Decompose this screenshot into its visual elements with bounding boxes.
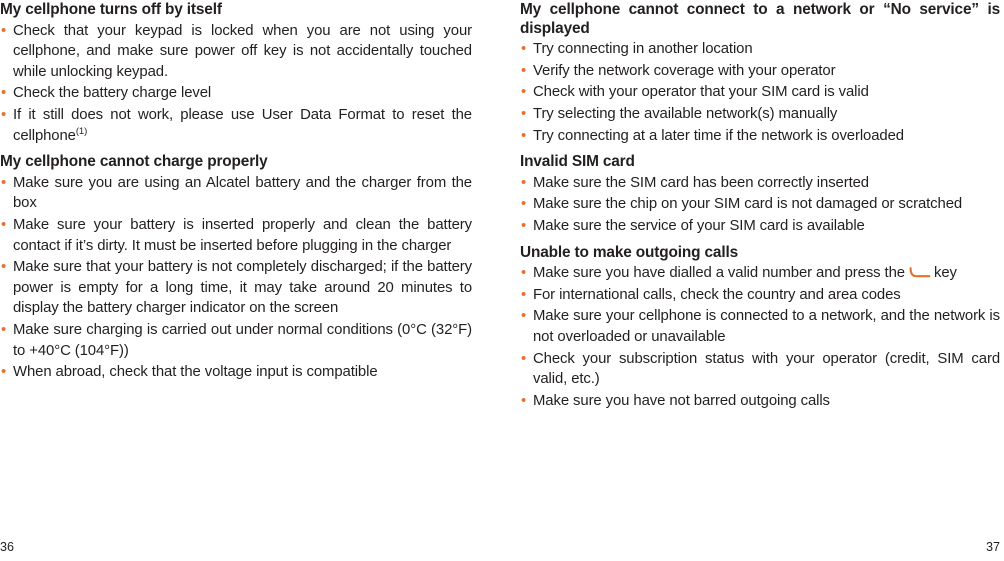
manual-page-spread: My cellphone turns off by itself Check t…: [0, 0, 1004, 561]
section-cellphone-turns-off: My cellphone turns off by itself Check t…: [0, 1, 472, 146]
section-heading: My cellphone turns off by itself: [0, 1, 222, 18]
list-item-text: Check the battery charge level: [13, 85, 212, 102]
list-item-text: For international calls, check the count…: [533, 286, 901, 303]
list-item-text: Make sure charging is carried out under …: [13, 321, 472, 359]
bullet-list: Make sure you have dialled a valid numbe…: [520, 263, 1000, 411]
page-number: 37: [985, 540, 1000, 554]
list-item: Make sure your cellphone is connected to…: [520, 306, 1000, 347]
list-item-text: Try connecting in another location: [533, 41, 753, 58]
bullet-list: Make sure the SIM card has been correctl…: [520, 173, 1000, 237]
list-item: Make sure you have dialled a valid numbe…: [520, 263, 1000, 284]
list-item: Make sure you are using an Alcatel batte…: [0, 173, 472, 214]
call-key-icon: [909, 267, 931, 279]
list-item: Try selecting the available network(s) m…: [520, 104, 1000, 125]
list-item: Check with your operator that your SIM c…: [520, 82, 1000, 103]
left-page-column: My cellphone turns off by itself Check t…: [0, 0, 502, 561]
list-item: For international calls, check the count…: [520, 285, 1000, 306]
list-item-text: Try connecting at a later time if the ne…: [533, 127, 904, 144]
left-page-body: My cellphone turns off by itself Check t…: [0, 0, 472, 383]
list-item-text: Make sure the service of your SIM card i…: [533, 217, 865, 234]
list-item: Make sure the service of your SIM card i…: [520, 216, 1000, 237]
list-item-text: Check that your keypad is locked when yo…: [13, 22, 472, 80]
section-cannot-connect-network: My cellphone cannot connect to a network…: [520, 1, 1000, 146]
list-item-text: Make sure your cellphone is connected to…: [533, 308, 1000, 345]
list-item-text: When abroad, check that the voltage inpu…: [13, 364, 378, 381]
right-page-column: My cellphone cannot connect to a network…: [502, 0, 1004, 561]
list-item: Make sure you have not barred outgoing c…: [520, 391, 1000, 412]
list-item: Try connecting in another location: [520, 39, 1000, 60]
section-unable-outgoing-calls: Unable to make outgoing calls Make sure …: [520, 244, 1000, 412]
section-cannot-charge: My cellphone cannot charge properly Make…: [0, 153, 472, 383]
list-item: Check that your keypad is locked when yo…: [0, 21, 472, 83]
list-item-text-before-icon: Make sure you have dialled a valid numbe…: [533, 265, 905, 282]
right-page-body: My cellphone cannot connect to a network…: [520, 0, 1000, 411]
list-item: If it still does not work, please use Us…: [0, 105, 472, 146]
list-item: Make sure charging is carried out under …: [0, 320, 472, 361]
list-item-text: Make sure you are using an Alcatel batte…: [13, 174, 472, 212]
list-item-text: Make sure the SIM card has been correctl…: [533, 174, 869, 191]
section-heading: Unable to make outgoing calls: [520, 243, 738, 261]
list-item: Check the battery charge level: [0, 83, 472, 104]
list-item-text: Make sure your battery is inserted prope…: [13, 216, 472, 254]
section-invalid-sim-card: Invalid SIM card Make sure the SIM card …: [520, 153, 1000, 236]
list-item: Make sure the SIM card has been correctl…: [520, 173, 1000, 194]
list-item: Check your subscription status with your…: [520, 349, 1000, 390]
list-item: When abroad, check that the voltage inpu…: [0, 362, 472, 383]
list-item-text: Check your subscription status with your…: [533, 350, 1000, 388]
bullet-list: Check that your keypad is locked when yo…: [0, 21, 472, 147]
list-item: Try connecting at a later time if the ne…: [520, 126, 1000, 147]
list-item-text: Verify the network coverage with your op…: [533, 62, 836, 79]
list-item: Verify the network coverage with your op…: [520, 61, 1000, 82]
list-item-text: Check with your operator that your SIM c…: [533, 84, 869, 101]
page-number: 36: [0, 540, 15, 554]
list-item-text: Make sure that your battery is not compl…: [13, 259, 472, 317]
list-item-text-after-icon: key: [934, 265, 957, 282]
list-item-text: Make sure the chip on your SIM card is n…: [533, 196, 963, 213]
bullet-list: Try connecting in another location Verif…: [520, 39, 1000, 146]
bullet-list: Make sure you are using an Alcatel batte…: [0, 173, 472, 383]
list-item: Make sure the chip on your SIM card is n…: [520, 194, 1000, 215]
footnote-reference: (1): [75, 125, 88, 137]
section-heading: Invalid SIM card: [520, 153, 635, 171]
list-item: Make sure that your battery is not compl…: [0, 257, 472, 319]
section-heading: My cellphone cannot charge properly: [0, 153, 268, 171]
section-heading: My cellphone cannot connect to a network…: [520, 1, 1000, 37]
list-item-text: Try selecting the available network(s) m…: [533, 105, 838, 122]
list-item: Make sure your battery is inserted prope…: [0, 215, 472, 256]
list-item-text: Make sure you have not barred outgoing c…: [533, 392, 830, 409]
